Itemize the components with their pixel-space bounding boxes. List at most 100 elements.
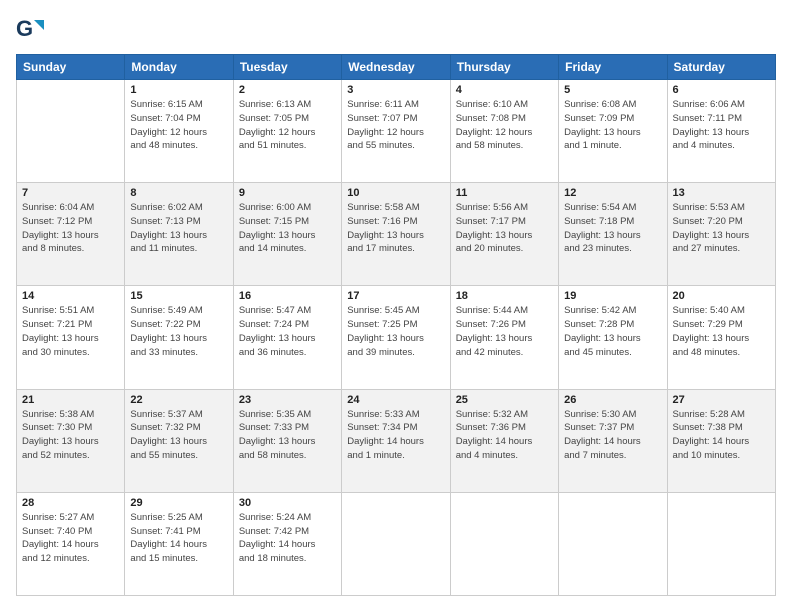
calendar-day-cell: 1 Sunrise: 6:15 AM Sunset: 7:04 PM Daylig… [125,80,233,183]
day-info: Sunrise: 5:40 AM Sunset: 7:29 PM Dayligh… [673,304,770,359]
day-number: 15 [130,290,227,302]
calendar-day-cell: 12 Sunrise: 5:54 AM Sunset: 7:18 PM Dayli… [559,183,667,286]
day-number: 29 [130,497,227,509]
day-info: Sunrise: 6:02 AM Sunset: 7:13 PM Dayligh… [130,201,227,256]
day-number: 4 [456,84,553,96]
empty-cell [17,80,125,183]
calendar-day-cell: 6 Sunrise: 6:06 AM Sunset: 7:11 PM Daylig… [667,80,775,183]
day-info: Sunrise: 5:28 AM Sunset: 7:38 PM Dayligh… [673,408,770,463]
day-number: 13 [673,187,770,199]
calendar-day-cell: 25 Sunrise: 5:32 AM Sunset: 7:36 PM Dayli… [450,389,558,492]
day-info: Sunrise: 5:42 AM Sunset: 7:28 PM Dayligh… [564,304,661,359]
day-number: 22 [130,394,227,406]
day-info: Sunrise: 5:38 AM Sunset: 7:30 PM Dayligh… [22,408,119,463]
logo-icon: G [16,16,44,44]
day-info: Sunrise: 5:49 AM Sunset: 7:22 PM Dayligh… [130,304,227,359]
weekday-header-monday: Monday [125,55,233,80]
weekday-header-thursday: Thursday [450,55,558,80]
calendar-day-cell: 10 Sunrise: 5:58 AM Sunset: 7:16 PM Dayli… [342,183,450,286]
day-info: Sunrise: 5:37 AM Sunset: 7:32 PM Dayligh… [130,408,227,463]
day-number: 10 [347,187,444,199]
day-number: 19 [564,290,661,302]
day-info: Sunrise: 6:15 AM Sunset: 7:04 PM Dayligh… [130,98,227,153]
empty-cell [559,492,667,595]
day-number: 1 [130,84,227,96]
calendar-week-row: 1 Sunrise: 6:15 AM Sunset: 7:04 PM Daylig… [17,80,776,183]
calendar-day-cell: 7 Sunrise: 6:04 AM Sunset: 7:12 PM Daylig… [17,183,125,286]
day-info: Sunrise: 6:08 AM Sunset: 7:09 PM Dayligh… [564,98,661,153]
weekday-header-tuesday: Tuesday [233,55,341,80]
day-info: Sunrise: 5:33 AM Sunset: 7:34 PM Dayligh… [347,408,444,463]
svg-text:G: G [16,16,33,41]
day-info: Sunrise: 5:35 AM Sunset: 7:33 PM Dayligh… [239,408,336,463]
day-info: Sunrise: 5:58 AM Sunset: 7:16 PM Dayligh… [347,201,444,256]
day-number: 9 [239,187,336,199]
calendar-day-cell: 5 Sunrise: 6:08 AM Sunset: 7:09 PM Daylig… [559,80,667,183]
day-number: 16 [239,290,336,302]
day-number: 5 [564,84,661,96]
weekday-header-saturday: Saturday [667,55,775,80]
calendar-day-cell: 17 Sunrise: 5:45 AM Sunset: 7:25 PM Dayli… [342,286,450,389]
day-number: 30 [239,497,336,509]
day-info: Sunrise: 6:11 AM Sunset: 7:07 PM Dayligh… [347,98,444,153]
calendar-day-cell: 28 Sunrise: 5:27 AM Sunset: 7:40 PM Dayli… [17,492,125,595]
day-info: Sunrise: 5:24 AM Sunset: 7:42 PM Dayligh… [239,511,336,566]
day-number: 7 [22,187,119,199]
calendar-day-cell: 26 Sunrise: 5:30 AM Sunset: 7:37 PM Dayli… [559,389,667,492]
day-info: Sunrise: 5:32 AM Sunset: 7:36 PM Dayligh… [456,408,553,463]
weekday-header-row: SundayMondayTuesdayWednesdayThursdayFrid… [17,55,776,80]
day-number: 21 [22,394,119,406]
day-info: Sunrise: 6:00 AM Sunset: 7:15 PM Dayligh… [239,201,336,256]
calendar-week-row: 21 Sunrise: 5:38 AM Sunset: 7:30 PM Dayli… [17,389,776,492]
calendar-week-row: 28 Sunrise: 5:27 AM Sunset: 7:40 PM Dayli… [17,492,776,595]
day-number: 14 [22,290,119,302]
calendar-week-row: 14 Sunrise: 5:51 AM Sunset: 7:21 PM Dayli… [17,286,776,389]
calendar-day-cell: 22 Sunrise: 5:37 AM Sunset: 7:32 PM Dayli… [125,389,233,492]
calendar-day-cell: 16 Sunrise: 5:47 AM Sunset: 7:24 PM Dayli… [233,286,341,389]
empty-cell [342,492,450,595]
day-info: Sunrise: 5:30 AM Sunset: 7:37 PM Dayligh… [564,408,661,463]
calendar-day-cell: 15 Sunrise: 5:49 AM Sunset: 7:22 PM Dayli… [125,286,233,389]
day-number: 17 [347,290,444,302]
calendar-day-cell: 30 Sunrise: 5:24 AM Sunset: 7:42 PM Dayli… [233,492,341,595]
calendar-day-cell: 24Sunrise: 5:33 AM Sunset: 7:34 PM Dayli… [342,389,450,492]
day-number: 26 [564,394,661,406]
day-info: Sunrise: 5:25 AM Sunset: 7:41 PM Dayligh… [130,511,227,566]
weekday-header-friday: Friday [559,55,667,80]
weekday-header-sunday: Sunday [17,55,125,80]
calendar-day-cell: 4 Sunrise: 6:10 AM Sunset: 7:08 PM Daylig… [450,80,558,183]
day-info: Sunrise: 6:04 AM Sunset: 7:12 PM Dayligh… [22,201,119,256]
calendar-day-cell: 2 Sunrise: 6:13 AM Sunset: 7:05 PM Daylig… [233,80,341,183]
calendar-day-cell: 21 Sunrise: 5:38 AM Sunset: 7:30 PM Dayli… [17,389,125,492]
day-number: 28 [22,497,119,509]
calendar-day-cell: 20Sunrise: 5:40 AM Sunset: 7:29 PM Dayli… [667,286,775,389]
day-number: 3 [347,84,444,96]
day-info: Sunrise: 5:47 AM Sunset: 7:24 PM Dayligh… [239,304,336,359]
calendar-day-cell: 8 Sunrise: 6:02 AM Sunset: 7:13 PM Daylig… [125,183,233,286]
day-number: 25 [456,394,553,406]
calendar-week-row: 7 Sunrise: 6:04 AM Sunset: 7:12 PM Daylig… [17,183,776,286]
day-info: Sunrise: 5:51 AM Sunset: 7:21 PM Dayligh… [22,304,119,359]
calendar-day-cell: 18Sunrise: 5:44 AM Sunset: 7:26 PM Dayli… [450,286,558,389]
calendar-day-cell: 19 Sunrise: 5:42 AM Sunset: 7:28 PM Dayli… [559,286,667,389]
day-info: Sunrise: 5:53 AM Sunset: 7:20 PM Dayligh… [673,201,770,256]
calendar-day-cell: 11Sunrise: 5:56 AM Sunset: 7:17 PM Dayli… [450,183,558,286]
day-info: Sunrise: 5:27 AM Sunset: 7:40 PM Dayligh… [22,511,119,566]
calendar-day-cell: 3 Sunrise: 6:11 AM Sunset: 7:07 PM Daylig… [342,80,450,183]
empty-cell [667,492,775,595]
day-number: 27 [673,394,770,406]
day-number: 12 [564,187,661,199]
calendar-page: G SundayMondayTuesdayWednesdayThursdayFr… [0,0,792,612]
day-info: Sunrise: 6:10 AM Sunset: 7:08 PM Dayligh… [456,98,553,153]
calendar-day-cell: 9 Sunrise: 6:00 AM Sunset: 7:15 PM Daylig… [233,183,341,286]
calendar-day-cell: 27 Sunrise: 5:28 AM Sunset: 7:38 PM Dayli… [667,389,775,492]
calendar-day-cell: 14 Sunrise: 5:51 AM Sunset: 7:21 PM Dayli… [17,286,125,389]
day-number: 6 [673,84,770,96]
day-info: Sunrise: 6:13 AM Sunset: 7:05 PM Dayligh… [239,98,336,153]
day-info: Sunrise: 5:54 AM Sunset: 7:18 PM Dayligh… [564,201,661,256]
day-number: 8 [130,187,227,199]
day-info: Sunrise: 5:45 AM Sunset: 7:25 PM Dayligh… [347,304,444,359]
day-number: 2 [239,84,336,96]
weekday-header-wednesday: Wednesday [342,55,450,80]
day-info: Sunrise: 6:06 AM Sunset: 7:11 PM Dayligh… [673,98,770,153]
